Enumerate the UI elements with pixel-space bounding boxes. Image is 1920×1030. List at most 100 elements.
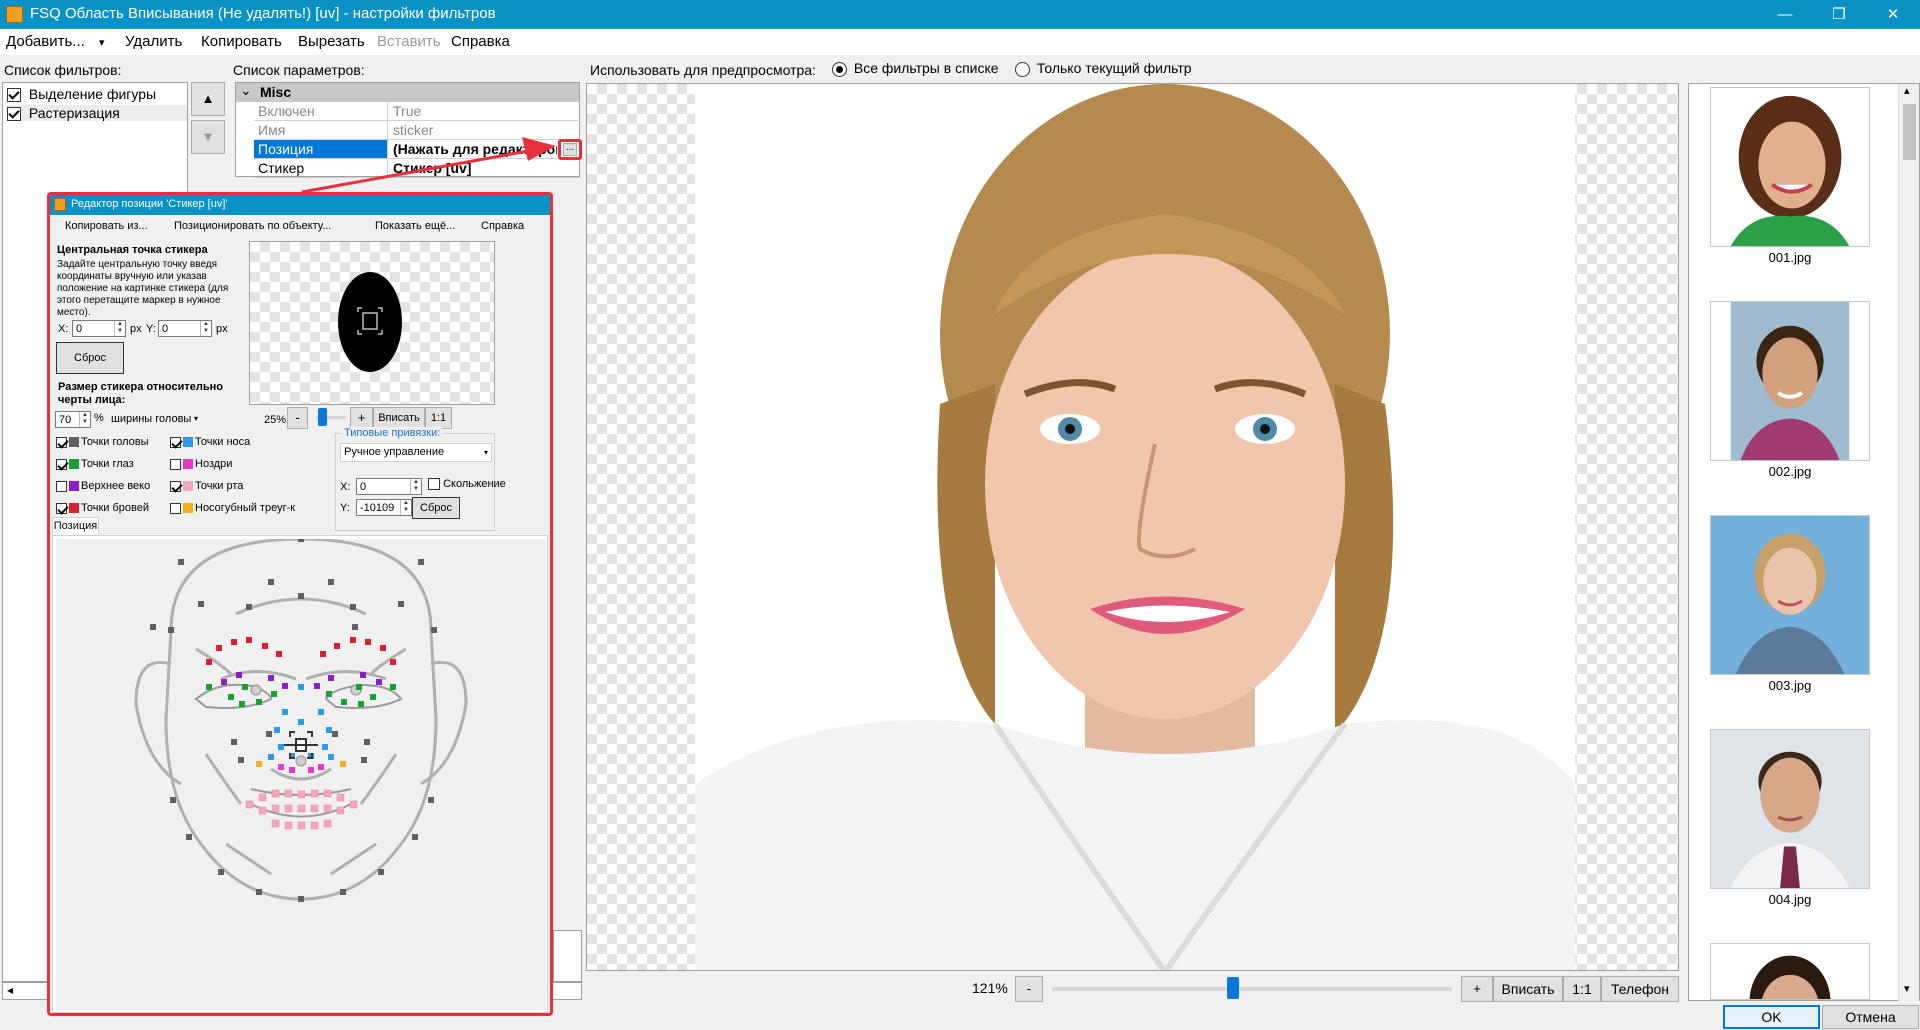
legend-upper-eyelid[interactable]: Верхнее веко: [56, 480, 150, 492]
menu-paste[interactable]: Вставить: [377, 33, 441, 50]
spin-arrows-icon[interactable]: ▲ ▼: [114, 321, 125, 336]
anchor-y-value: -10109: [360, 502, 395, 514]
cancel-button[interactable]: Отмена: [1822, 1005, 1919, 1029]
sticker-preview-canvas[interactable]: [249, 241, 495, 405]
spin-arrows-icon[interactable]: ▲ ▼: [200, 321, 211, 336]
legend-checkbox[interactable]: [56, 480, 67, 492]
ellipsis-button[interactable]: ...: [563, 143, 577, 156]
center-y-input[interactable]: 0 ▲ ▼: [158, 320, 212, 337]
anchor-y-label: Y:: [340, 502, 350, 514]
anchors-select[interactable]: Ручное управление ▾: [340, 443, 492, 462]
preview-fit-button[interactable]: Вписать: [1493, 976, 1563, 1002]
sticker-zoom-out-button[interactable]: -: [287, 407, 308, 429]
preview-phone-button[interactable]: Телефон: [1601, 976, 1679, 1002]
dialog-menu-copy-from[interactable]: Копировать из...: [65, 220, 148, 232]
filter-checkbox[interactable]: [7, 88, 21, 103]
sticker-zoom-slider[interactable]: [316, 408, 346, 426]
anchor-x-label: X:: [340, 481, 351, 493]
thumbnail-004[interactable]: [1710, 729, 1870, 889]
legend-eye-points[interactable]: Точки глаз: [56, 458, 134, 470]
position-editor-dialog: Редактор позиции 'Стикер [uv]' Копироват…: [47, 192, 553, 1016]
menu-add[interactable]: Добавить...: [6, 33, 85, 50]
legend-checkbox[interactable]: [56, 436, 67, 448]
menu-delete[interactable]: Удалить: [125, 33, 182, 50]
radio-label: Только текущий фильтр: [1036, 60, 1192, 76]
center-y-value: 0: [162, 323, 169, 335]
property-value[interactable]: True: [389, 102, 580, 120]
legend-nasolabial-triangle[interactable]: Носогубный треуг-к: [170, 502, 295, 514]
sticker-zoom-in-button[interactable]: +: [350, 407, 373, 429]
title-bar: FSQ Область Вписывания (Не удалять!) [uv…: [0, 0, 1920, 29]
thumbnail-001[interactable]: [1710, 87, 1870, 247]
minimize-icon[interactable]: —: [1758, 0, 1812, 29]
preview-zoom-in-button[interactable]: +: [1461, 976, 1493, 1002]
preview-zoom-out-button[interactable]: -: [1015, 976, 1043, 1002]
anchor-x-input[interactable]: 0 ▲ ▼: [356, 478, 422, 495]
legend-checkbox[interactable]: [170, 480, 181, 492]
legend-checkbox[interactable]: [56, 458, 67, 470]
ok-button[interactable]: OK: [1723, 1005, 1820, 1029]
scrollbar-thumb[interactable]: [1903, 104, 1916, 160]
radio-all-filters[interactable]: Все фильтры в списке: [832, 60, 999, 77]
legend-nostrils[interactable]: Ноздри: [170, 458, 232, 470]
thumbnail-005[interactable]: [1710, 943, 1870, 1000]
preview-zoom-slider-thumb[interactable]: [1227, 977, 1239, 999]
size-percent-input[interactable]: 70 ▲ ▼: [55, 411, 91, 428]
size-reference-select[interactable]: ширины головы ▾: [108, 410, 200, 428]
legend-mouth-points[interactable]: Точки рта: [170, 480, 243, 492]
spin-arrows-icon[interactable]: ▲ ▼: [410, 479, 421, 494]
legend-nose-points[interactable]: Точки носа: [170, 436, 250, 448]
legend-swatch: [183, 459, 193, 470]
chevron-down-icon[interactable]: ▾: [99, 36, 105, 49]
spin-arrows-icon[interactable]: ▲ ▼: [79, 412, 90, 427]
list-item[interactable]: Выделение фигуры: [7, 86, 156, 103]
size-heading: Размер стикера относительно черты лица:: [58, 381, 223, 406]
legend-label: Точки головы: [81, 436, 149, 448]
sliding-checkbox[interactable]: Скольжение: [428, 478, 506, 491]
legend-checkbox[interactable]: [170, 502, 181, 514]
move-up-button[interactable]: ▲: [191, 82, 225, 116]
thumbnail-002[interactable]: [1710, 301, 1870, 461]
menu-copy[interactable]: Копировать: [201, 33, 282, 50]
legend-checkbox[interactable]: [56, 502, 67, 514]
dialog-menu-help[interactable]: Справка: [481, 220, 524, 232]
dialog-menu-position-by[interactable]: Позиционировать по объекту...: [174, 220, 331, 232]
legend-head-points[interactable]: Точки головы: [56, 436, 149, 448]
radio-icon[interactable]: [1015, 61, 1030, 77]
anchor-reset-button[interactable]: Сброс: [412, 497, 460, 519]
legend-checkbox[interactable]: [170, 436, 181, 448]
legend-label: Точки рта: [195, 480, 244, 492]
list-item[interactable]: Растеризация: [7, 105, 187, 122]
checkbox-icon[interactable]: [428, 478, 440, 491]
preview-one-to-one-button[interactable]: 1:1: [1563, 976, 1601, 1002]
spin-arrows-icon[interactable]: ▲ ▼: [400, 500, 411, 515]
filter-checkbox[interactable]: [7, 107, 21, 122]
center-x-input[interactable]: 0 ▲ ▼: [72, 320, 126, 337]
thumbnail-image: [1711, 730, 1869, 888]
menu-help[interactable]: Справка: [451, 33, 510, 50]
radio-icon[interactable]: [832, 61, 847, 77]
dialog-menu-show-more[interactable]: Показать ещё...: [375, 220, 455, 232]
menu-cut[interactable]: Вырезать: [298, 33, 365, 50]
face-map-canvas[interactable]: [56, 539, 546, 1010]
sticker-one-to-one-button[interactable]: 1:1: [425, 407, 452, 429]
preview-zoom-slider[interactable]: [1052, 977, 1452, 999]
property-group-header[interactable]: ⌄ Misc: [236, 82, 579, 102]
anchor-y-input[interactable]: -10109 ▲ ▼: [356, 499, 412, 516]
close-icon[interactable]: ✕: [1866, 0, 1920, 29]
preview-canvas[interactable]: [586, 83, 1679, 971]
legend-checkbox[interactable]: [170, 458, 181, 470]
sticker-fit-button[interactable]: Вписать: [373, 407, 425, 429]
thumbnail-scrollbar[interactable]: ▴ ▾: [1898, 84, 1919, 1001]
move-down-button[interactable]: ▼: [191, 120, 225, 154]
thumbnail-image: [1711, 88, 1869, 246]
sticker-zoom-slider-thumb[interactable]: [318, 408, 327, 426]
maximize-icon[interactable]: ❐: [1812, 0, 1866, 29]
tab-position[interactable]: Позиция: [52, 517, 99, 535]
center-reset-button[interactable]: Сброс: [56, 342, 124, 374]
thumbnail-003[interactable]: [1710, 515, 1870, 675]
collapse-icon[interactable]: ⌄: [240, 82, 252, 99]
property-row[interactable]: Включен True: [254, 102, 580, 121]
legend-brow-points[interactable]: Точки бровей: [56, 502, 149, 514]
radio-current-filter[interactable]: Только текущий фильтр: [1015, 60, 1192, 77]
